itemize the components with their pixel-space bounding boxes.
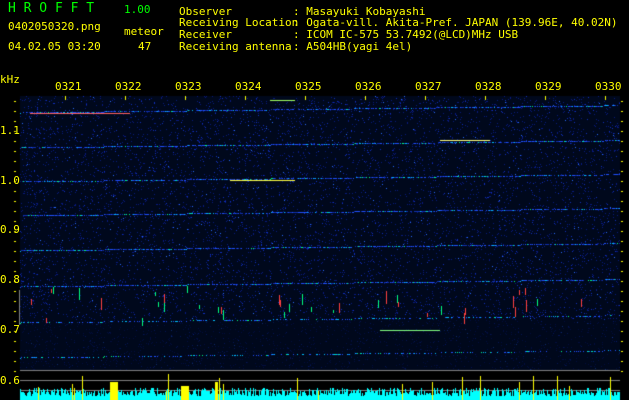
y-tick-label: 1.1	[0, 124, 20, 137]
time-tick-label: 0330	[595, 80, 622, 93]
y-tick-label: 0.9	[0, 223, 20, 236]
antenna-value: : A504HB(yagi 4el)	[293, 40, 413, 53]
y-tick-label: 0.8	[0, 273, 20, 286]
time-tick-label: 0323	[175, 80, 202, 93]
time-tick-label: 0328	[475, 80, 502, 93]
time-tick-label: 0321	[55, 80, 82, 93]
time-tick-label: 0324	[235, 80, 262, 93]
time-tick-label: 0327	[415, 80, 442, 93]
time-tick-label: 0326	[355, 80, 382, 93]
meteor-count: 47	[138, 40, 152, 53]
y-axis-unit: kHz	[0, 73, 20, 86]
time-tick-label: 0325	[295, 80, 322, 93]
app-version: 1.00	[124, 3, 151, 16]
app-title: H R O F F T	[8, 1, 95, 16]
file-name: 0402050320.png	[8, 20, 101, 33]
time-tick-label: 0329	[535, 80, 562, 93]
y-tick-label: 0.7	[0, 323, 20, 336]
time-tick-label: 0322	[115, 80, 142, 93]
y-tick-label: 1.0	[0, 174, 20, 187]
file-datetime: 04.02.05 03:20	[8, 40, 101, 53]
y-tick-label: 0.6	[0, 374, 20, 387]
meteor-label: meteor	[124, 25, 164, 38]
spectrogram	[0, 70, 629, 400]
antenna-label: Receiving antenna	[179, 40, 292, 53]
